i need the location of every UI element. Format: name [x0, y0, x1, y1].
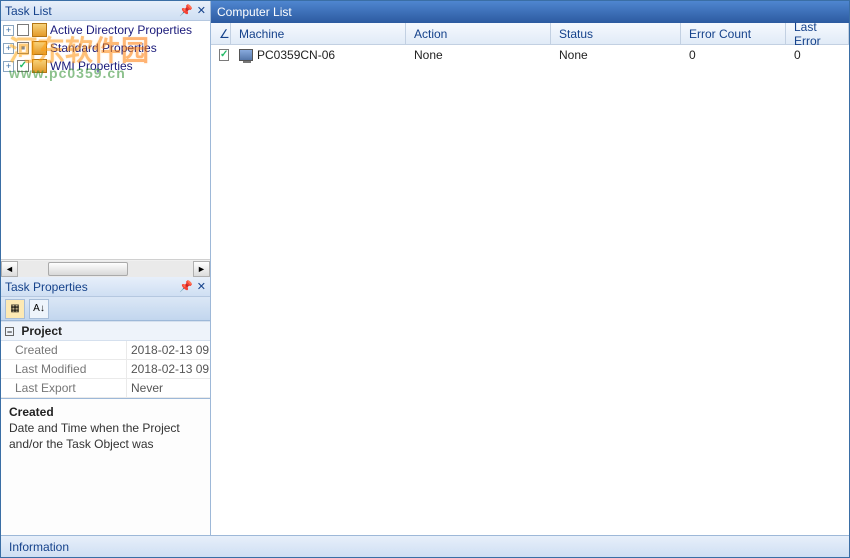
computer-icon: [239, 49, 253, 61]
tree-item-label: Standard Properties: [50, 41, 157, 55]
information-label: Information: [9, 540, 69, 554]
expand-icon[interactable]: +: [3, 43, 14, 54]
folder-icon: [32, 23, 47, 37]
property-row[interactable]: Last Modified 2018-02-13 09:48: [1, 360, 210, 379]
cell-action: None: [406, 48, 551, 62]
property-key: Created: [1, 341, 126, 359]
column-error-count[interactable]: Error Count: [681, 23, 786, 44]
row-checkbox[interactable]: [219, 49, 229, 61]
property-row[interactable]: Created 2018-02-13 09:48: [1, 341, 210, 360]
close-icon[interactable]: ✕: [197, 280, 206, 293]
task-list-tree: 河东软件园 www.pc0359.cn + Active Directory P…: [1, 21, 210, 259]
pin-icon[interactable]: 📌: [179, 4, 193, 17]
folder-icon: [32, 59, 47, 73]
tree-item-standard[interactable]: + Standard Properties: [1, 39, 210, 57]
computer-list-body: PC0359CN-06 None None 0 0: [211, 45, 849, 535]
collapse-icon[interactable]: −: [5, 327, 14, 336]
task-properties-title: Task Properties: [5, 280, 88, 294]
horizontal-scrollbar[interactable]: ◄ ►: [1, 259, 210, 277]
column-last-error[interactable]: Last Error: [786, 23, 849, 44]
scroll-right-button[interactable]: ►: [193, 261, 210, 277]
properties-toolbar: ▦ A↓: [1, 297, 210, 321]
tree-item-label: Active Directory Properties: [50, 23, 192, 37]
information-bar[interactable]: Information: [1, 535, 849, 557]
checkbox[interactable]: [17, 60, 29, 72]
checkbox[interactable]: [17, 24, 29, 36]
task-properties-header: Task Properties 📌 ✕: [1, 277, 210, 297]
cell-status: None: [551, 48, 681, 62]
list-item[interactable]: PC0359CN-06 None None 0 0: [211, 45, 849, 65]
property-value: 2018-02-13 09:48: [126, 341, 210, 359]
property-description: Created Date and Time when the Project a…: [1, 398, 210, 535]
computer-list-title: Computer List: [217, 5, 292, 19]
cell-last-error: 0: [786, 48, 849, 62]
category-label: Project: [21, 324, 62, 338]
property-category[interactable]: − Project: [1, 321, 210, 341]
scroll-thumb[interactable]: [48, 262, 128, 276]
alphabetical-button[interactable]: A↓: [29, 299, 49, 319]
scroll-left-button[interactable]: ◄: [1, 261, 18, 277]
tree-item-ad[interactable]: + Active Directory Properties: [1, 21, 210, 39]
expand-icon[interactable]: +: [3, 61, 14, 72]
categorized-button[interactable]: ▦: [5, 299, 25, 319]
list-column-headers: ∠ Machine Action Status Error Count Last…: [211, 23, 849, 45]
property-value: 2018-02-13 09:48: [126, 360, 210, 378]
computer-list-header: Computer List: [211, 1, 849, 23]
cell-error-count: 0: [681, 48, 786, 62]
property-key: Last Export: [1, 379, 126, 397]
property-value: Never: [126, 379, 210, 397]
column-status[interactable]: Status: [551, 23, 681, 44]
sort-handle[interactable]: ∠: [211, 23, 231, 44]
task-list-title: Task List: [5, 4, 52, 18]
expand-icon[interactable]: +: [3, 25, 14, 36]
tree-item-label: WMI Properties: [50, 59, 133, 73]
task-list-header: Task List 📌 ✕: [1, 1, 210, 21]
machine-name: PC0359CN-06: [257, 48, 335, 62]
column-machine[interactable]: Machine: [231, 23, 406, 44]
checkbox[interactable]: [17, 42, 29, 54]
pin-icon[interactable]: 📌: [179, 280, 193, 293]
scroll-track[interactable]: [18, 261, 193, 277]
description-title: Created: [9, 405, 202, 419]
description-text: Date and Time when the Project and/or th…: [9, 421, 202, 452]
close-icon[interactable]: ✕: [197, 4, 206, 17]
property-key: Last Modified: [1, 360, 126, 378]
folder-icon: [32, 41, 47, 55]
column-action[interactable]: Action: [406, 23, 551, 44]
tree-item-wmi[interactable]: + WMI Properties: [1, 57, 210, 75]
property-grid: − Project Created 2018-02-13 09:48 Last …: [1, 321, 210, 398]
property-row[interactable]: Last Export Never: [1, 379, 210, 398]
